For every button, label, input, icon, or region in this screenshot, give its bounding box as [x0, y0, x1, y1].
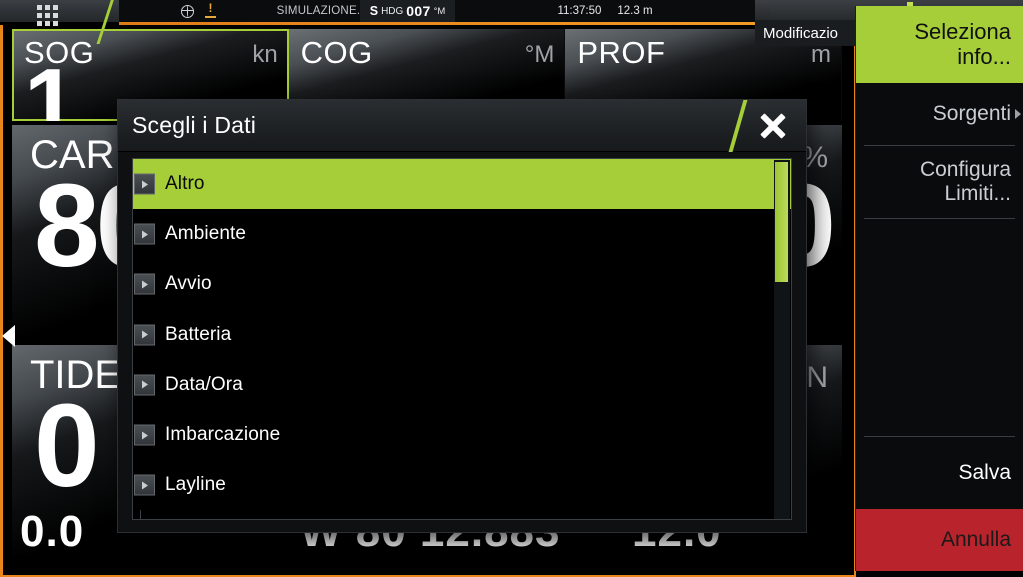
simulation-label: SIMULAZIONE... — [276, 5, 367, 17]
dialog-title: Scegli i Dati — [132, 112, 257, 138]
gauge-unit: °M — [524, 41, 555, 68]
dialog-accent-slash — [728, 100, 748, 152]
list-item[interactable]: Layline — [133, 460, 791, 511]
sidebar-item-sorgenti[interactable]: Sorgenti — [856, 83, 1023, 145]
list-item[interactable]: Ambiente — [133, 209, 791, 260]
sidebar-item-label: Seleziona info... — [914, 18, 1011, 69]
dialog-title-bar: Scegli i Dati — [118, 100, 806, 152]
gauge-label: COG — [300, 35, 373, 70]
list-item[interactable]: Avvio — [133, 259, 791, 310]
edit-mode-label: Modificazio — [755, 20, 856, 46]
expand-triangle-icon[interactable] — [134, 474, 155, 496]
page-prev-arrow-icon[interactable] — [2, 325, 15, 347]
sidebar-item-configura-limiti[interactable]: Configura Limiti... — [856, 146, 1023, 218]
close-icon[interactable] — [754, 109, 792, 143]
heading-field[interactable]: S HDG 007 °M — [360, 0, 455, 22]
heading-source: S — [369, 4, 379, 18]
list-item[interactable]: Data/Ora — [133, 359, 791, 410]
depth-value: 12.3 m — [617, 5, 653, 17]
gauge-value: 0 — [34, 380, 100, 512]
time-depth-field[interactable]: 11:37:50 12.3 m — [455, 0, 755, 22]
simulation-status[interactable]: SIMULAZIONE... — [265, 0, 373, 22]
sidebar-item-annulla[interactable]: Annulla — [856, 509, 1023, 571]
clock-value: 11:37:50 — [557, 5, 602, 17]
expand-triangle-icon[interactable] — [134, 173, 155, 195]
sidebar-item-seleziona-info[interactable]: Seleziona info... — [856, 6, 1023, 83]
coordinate-value: 0.0 — [20, 507, 85, 556]
list-item[interactable]: Altro — [133, 159, 791, 210]
data-category-list[interactable]: Altro Ambiente Avvio Batteria Data/Ora I… — [132, 158, 792, 520]
status-icons-field — [119, 0, 265, 22]
sidebar-item-label: Salva — [958, 461, 1011, 485]
heading-label: HDG — [381, 5, 404, 17]
chevron-right-icon — [1015, 109, 1021, 119]
scrollbar-thumb[interactable] — [775, 162, 788, 282]
choose-data-dialog: Scegli i Dati Altro Ambiente Avvio Batte… — [118, 100, 806, 532]
warning-icon[interactable] — [204, 2, 217, 18]
globe-icon[interactable] — [181, 4, 194, 18]
orange-divider — [119, 22, 769, 25]
list-scrollbar[interactable] — [774, 160, 790, 519]
list-item[interactable]: Imbarcazione — [133, 409, 791, 461]
sidebar-item-salva[interactable]: Salva — [856, 437, 1023, 509]
gauge-value: 1 — [24, 49, 77, 122]
heading-unit: °M — [433, 5, 446, 17]
sidebar-item-label: Annulla — [940, 528, 1011, 552]
expand-triangle-icon[interactable] — [134, 324, 155, 346]
gauge-label: PROF — [577, 35, 666, 70]
context-menu-sidebar: Seleziona info... Sorgenti Configura Lim… — [855, 6, 1023, 571]
sidebar-item-label: Sorgenti — [932, 102, 1011, 126]
gauge-unit: kn — [252, 41, 278, 68]
mfd-screen: SOG kn 1 COG °M PROF m CARB 80 TIDE RTE — [0, 0, 1023, 577]
expand-triangle-icon[interactable] — [134, 374, 155, 396]
expand-triangle-icon[interactable] — [134, 424, 155, 446]
heading-value: 007 — [406, 3, 431, 19]
expand-triangle-icon[interactable] — [134, 223, 155, 245]
list-item-label: Imbarcazione — [165, 424, 281, 446]
app-grid-icon[interactable] — [32, 4, 62, 26]
sidebar-item-label: Configura Limiti... — [919, 158, 1011, 205]
expand-triangle-icon[interactable] — [134, 273, 155, 295]
edit-mode-text: Modificazio — [763, 24, 839, 42]
list-item[interactable]: Batteria — [133, 309, 791, 360]
